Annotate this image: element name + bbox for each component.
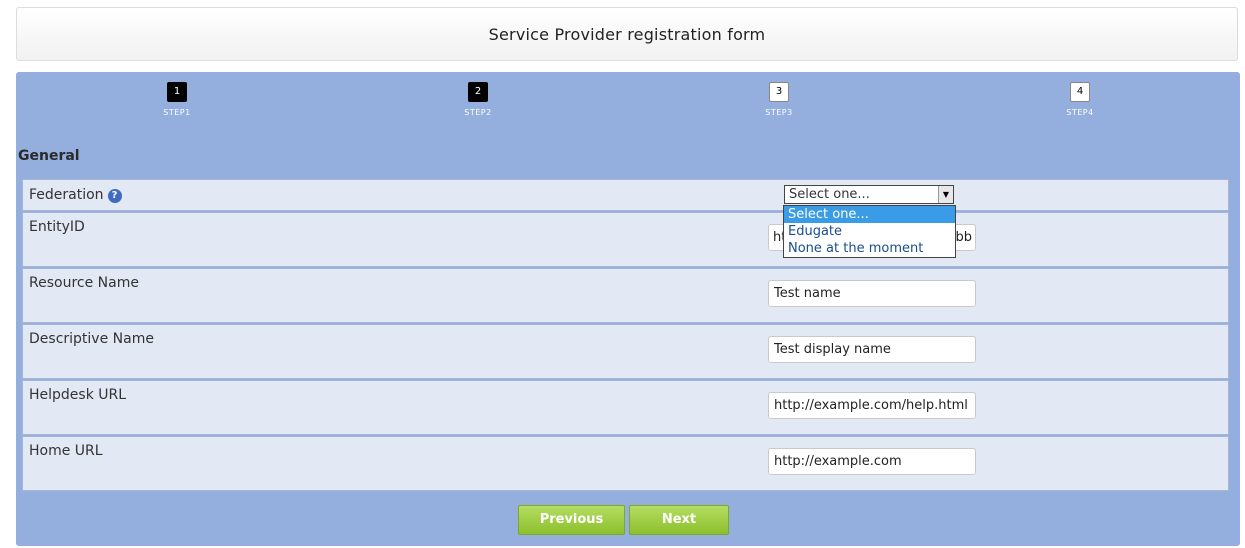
form-panel: 1 STEP1 2 STEP2 3 STEP3 4 STEP4 General … xyxy=(16,72,1240,546)
step-number: 1 xyxy=(167,82,187,102)
entityid-row: EntityID ht bb xyxy=(22,212,1229,267)
descriptive-name-label: Descriptive Name xyxy=(29,331,154,347)
federation-selected-value: Select one... xyxy=(789,187,870,202)
step-label: STEP1 xyxy=(163,108,191,117)
federation-option[interactable]: None at the moment xyxy=(784,240,955,257)
next-button[interactable]: Next xyxy=(629,505,729,535)
helpdesk-url-label: Helpdesk URL xyxy=(29,387,127,403)
step-label: STEP4 xyxy=(1066,108,1094,117)
federation-row: Federation? xyxy=(22,179,1229,211)
step-4: 4 STEP4 xyxy=(1050,82,1110,117)
federation-select[interactable]: Select one... ▼ xyxy=(784,185,954,204)
home-url-input[interactable] xyxy=(768,448,976,475)
descriptive-name-input[interactable] xyxy=(768,336,976,363)
step-2: 2 STEP2 xyxy=(448,82,508,117)
resource-name-row: Resource Name xyxy=(22,268,1229,323)
field-label: Federation? xyxy=(29,187,122,203)
federation-option[interactable]: Select one... xyxy=(784,206,955,223)
helpdesk-url-input[interactable] xyxy=(768,392,976,419)
resource-name-label: Resource Name xyxy=(29,275,139,291)
entityid-label: EntityID xyxy=(29,219,85,235)
helpdesk-url-row: Helpdesk URL xyxy=(22,380,1229,435)
step-3: 3 STEP3 xyxy=(749,82,809,117)
step-label: STEP3 xyxy=(765,108,793,117)
federation-option[interactable]: Edugate xyxy=(784,223,955,240)
federation-label: Federation xyxy=(29,187,104,203)
section-title: General xyxy=(18,148,80,164)
step-label: STEP2 xyxy=(464,108,492,117)
home-url-label: Home URL xyxy=(29,443,103,459)
step-number: 4 xyxy=(1070,82,1090,102)
chevron-down-icon[interactable]: ▼ xyxy=(938,186,953,203)
step-1: 1 STEP1 xyxy=(147,82,207,117)
federation-dropdown: Select one... Edugate None at the moment xyxy=(783,205,956,258)
page-header: Service Provider registration form xyxy=(16,7,1238,61)
step-number: 2 xyxy=(468,82,488,102)
entityid-value-end: bb xyxy=(955,230,972,245)
help-icon[interactable]: ? xyxy=(107,189,122,203)
previous-button[interactable]: Previous xyxy=(518,505,625,535)
step-number: 3 xyxy=(769,82,789,102)
descriptive-name-row: Descriptive Name xyxy=(22,324,1229,379)
home-url-row: Home URL xyxy=(22,436,1229,491)
page-title: Service Provider registration form xyxy=(488,24,766,44)
resource-name-input[interactable] xyxy=(768,280,976,307)
